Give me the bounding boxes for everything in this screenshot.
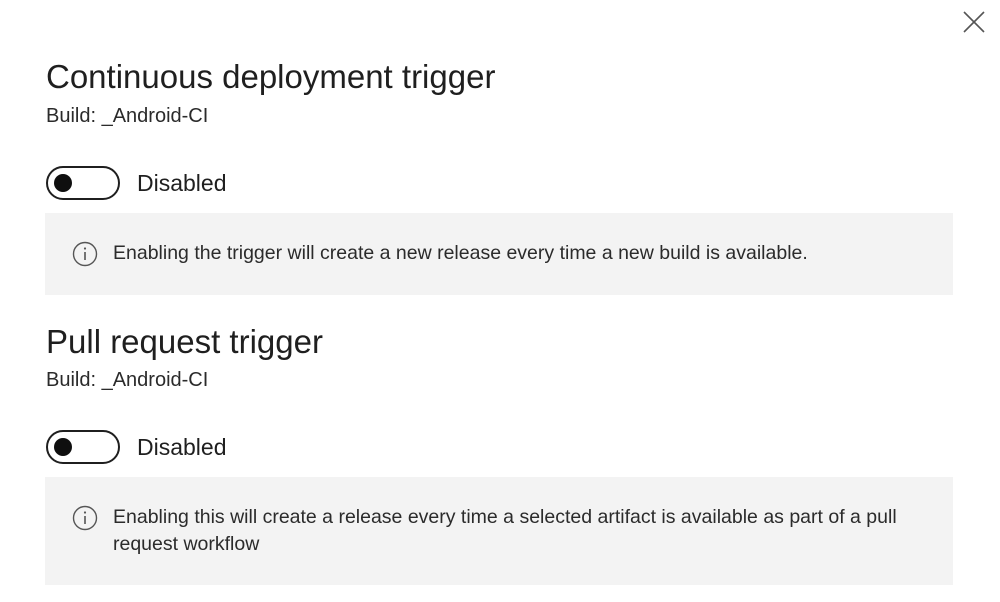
pr-trigger-toggle-row: Disabled <box>46 430 227 464</box>
cd-trigger-info-box: Enabling the trigger will create a new r… <box>45 213 953 295</box>
cd-trigger-build: Build: _Android-CI <box>46 105 209 127</box>
toggle-knob <box>54 174 72 192</box>
pr-trigger-info-text: Enabling this will create a release ever… <box>113 506 897 555</box>
close-button[interactable] <box>960 8 988 36</box>
pr-trigger-info-box: Enabling this will create a release ever… <box>45 477 953 585</box>
toggle-knob <box>54 438 72 456</box>
cd-trigger-toggle[interactable] <box>46 166 120 200</box>
info-icon <box>72 505 98 531</box>
cd-trigger-info-text: Enabling the trigger will create a new r… <box>113 242 808 264</box>
pr-trigger-build: Build: _Android-CI <box>46 369 209 391</box>
info-icon <box>72 241 98 267</box>
cd-trigger-toggle-row: Disabled <box>46 166 227 200</box>
pr-trigger-title: Pull request trigger <box>46 323 323 360</box>
cd-trigger-toggle-label: Disabled <box>137 169 227 196</box>
trigger-settings-panel: Continuous deployment trigger Build: _An… <box>0 0 1000 602</box>
cd-trigger-title: Continuous deployment trigger <box>46 58 496 95</box>
pr-trigger-toggle[interactable] <box>46 430 120 464</box>
close-icon <box>963 11 985 33</box>
pr-trigger-toggle-label: Disabled <box>137 433 227 460</box>
